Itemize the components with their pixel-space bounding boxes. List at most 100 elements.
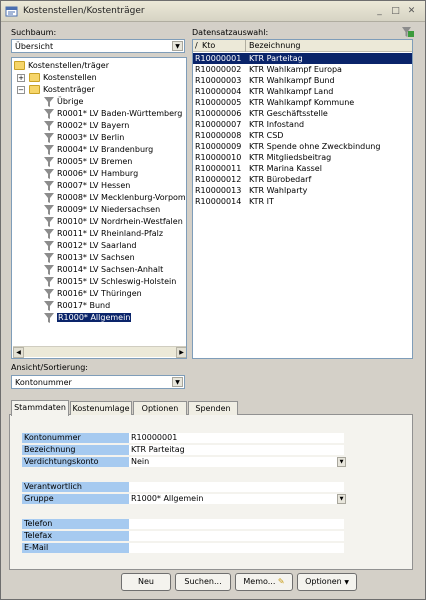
cell-kto: R10000006 [195,109,242,118]
cell-bezeichnung: KTR CSD [249,131,284,140]
cell-bezeichnung: KTR IT [249,197,274,206]
column-header-bezeichnung[interactable]: Bezeichnung [249,41,301,50]
tree-item-label: R1000* Allgemein [57,313,132,322]
filter-icon[interactable] [401,26,414,38]
tree-item-label: R0004* LV Brandenburg [57,145,154,154]
cell-kto: R10000011 [195,164,242,173]
table-row[interactable]: R10000005 KTR Wahlkampf Kommune [193,97,412,108]
funnel-icon [44,157,54,167]
table-row[interactable]: R10000009 KTR Spende ohne Zweckbindung [193,141,412,152]
suchbaum-select[interactable]: Übersicht ▼ [11,39,185,53]
optionen-button[interactable]: Optionen ▼ [297,573,357,591]
funnel-icon [44,301,54,311]
table-row[interactable]: R10000007 KTR Infostand [193,119,412,130]
tree-item-label: R0012* LV Saarland [57,241,137,250]
verantwortlich-label: Verantwortlich [22,482,129,492]
datensatz-listview[interactable]: / Kto Bezeichnung R10000001 KTR Parteita… [192,39,413,359]
window-title: Kostenstellen/Kostenträger [23,6,145,16]
chevron-down-icon[interactable]: ▼ [172,377,183,387]
cell-kto: R10000010 [195,153,242,162]
column-header-kto[interactable]: Kto [202,41,215,50]
chevron-down-icon[interactable]: ▼ [337,457,346,467]
kontonummer-label: Kontonummer [22,433,129,443]
tab-kostenumlage[interactable]: Kostenumlage [70,401,132,415]
table-row[interactable]: R10000006 KTR Geschäftsstelle [193,108,412,119]
gruppe-select[interactable]: R1000* Allgemein ▼ [129,494,346,504]
tree-item-label: R0017* Bund [57,301,111,310]
gruppe-value: R1000* Allgemein [131,494,204,503]
maximize-icon[interactable]: □ [390,6,401,17]
funnel-icon [44,277,54,287]
collapse-minus-icon[interactable]: − [17,86,25,94]
table-row[interactable]: R10000011 KTR Marina Kassel [193,163,412,174]
funnel-icon [44,217,54,227]
tab-stammdaten[interactable]: Stammdaten [11,400,69,416]
cell-kto: R10000007 [195,120,242,129]
pencil-icon: ✎ [277,577,285,586]
memo-button-label: Memo... [243,577,276,586]
sort-icon[interactable]: / [195,41,198,50]
tree-item-label: R0006* LV Hamburg [57,169,139,178]
gruppe-label: Gruppe [22,494,129,504]
tree-panel[interactable]: Kostenstellen/träger + Kostenstellen − K… [11,57,187,359]
table-row[interactable]: R10000002 KTR Wahlkampf Europa [193,64,412,75]
main-window: Kostenstellen/Kostenträger _ □ ✕ Suchbau… [0,0,426,600]
table-row[interactable]: R10000012 KTR Bürobedarf [193,174,412,185]
chevron-down-icon[interactable]: ▼ [337,494,346,504]
cell-bezeichnung: KTR Wahlkampf Europa [249,65,342,74]
verdichtungskonto-label: Verdichtungskonto [22,457,129,467]
tab-spenden[interactable]: Spenden [188,401,238,415]
cell-bezeichnung: KTR Marina Kassel [249,164,322,173]
cell-bezeichnung: KTR Infostand [249,120,305,129]
tab-optionen[interactable]: Optionen [133,401,187,415]
suchen-button[interactable]: Suchen... [175,573,231,591]
tree-horizontal-scrollbar[interactable]: ◀ ▶ [13,346,186,358]
table-row[interactable]: R10000003 KTR Wahlkampf Bund [193,75,412,86]
cell-kto: R10000009 [195,142,242,151]
cell-kto: R10000013 [195,186,242,195]
telefax-input[interactable] [129,531,344,541]
table-row[interactable]: R10000008 KTR CSD [193,130,412,141]
field-email: E-Mail [22,543,406,553]
verdichtungskonto-select[interactable]: Nein ▼ [129,457,346,467]
scroll-left-icon[interactable]: ◀ [13,347,24,358]
funnel-icon [44,265,54,275]
tree-item-label: R0010* LV Nordrhein-Westfalen [57,217,183,226]
cell-bezeichnung: KTR Geschäftsstelle [249,109,328,118]
minimize-icon[interactable]: _ [374,6,385,17]
tree-item-label: R0002* LV Bayern [57,121,130,130]
folder-icon [29,73,40,82]
scroll-right-icon[interactable]: ▶ [176,347,186,358]
telefon-input[interactable] [129,519,344,529]
suchbaum-label: Suchbaum: [11,28,57,37]
chevron-down-icon[interactable]: ▼ [172,41,183,51]
table-row[interactable]: R10000004 KTR Wahlkampf Land [193,86,412,97]
table-row[interactable]: R10000013 KTR Wahlparty [193,185,412,196]
close-icon[interactable]: ✕ [406,6,417,17]
cell-kto: R10000004 [195,87,242,96]
expand-plus-icon[interactable]: + [17,74,25,82]
cell-bezeichnung: KTR Mitgliedsbeitrag [249,153,332,162]
field-verantwortlich: Verantwortlich [22,482,406,492]
tree-item-label: Übrige [57,97,84,106]
verantwortlich-input[interactable] [129,482,344,492]
title-bar[interactable]: Kostenstellen/Kostenträger _ □ ✕ [1,1,425,22]
funnel-icon [44,121,54,131]
tree-item-label: R0014* LV Sachsen-Anhalt [57,265,164,274]
cell-kto: R10000014 [195,197,242,206]
optionen-button-label: Optionen [305,577,342,586]
funnel-icon [44,241,54,251]
email-input[interactable] [129,543,344,553]
funnel-icon [44,253,54,263]
sortierung-select[interactable]: Kontonummer ▼ [11,375,185,389]
detail-tabs: Kontonummer R10000001 Bezeichnung KTR Pa… [9,400,413,571]
bezeichnung-input[interactable]: KTR Parteitag [129,445,344,455]
tree-item-label: R0008* LV Mecklenburg-Vorpommer [57,193,186,202]
table-row[interactable]: R10000010 KTR Mitgliedsbeitrag [193,152,412,163]
neu-button[interactable]: Neu [121,573,171,591]
table-row[interactable]: R10000014 KTR IT [193,196,412,207]
memo-button[interactable]: Memo... ✎ [235,573,293,591]
field-bezeichnung: Bezeichnung KTR Parteitag [22,445,406,455]
kontonummer-input[interactable]: R10000001 [129,433,344,443]
table-row-selected[interactable]: R10000001 KTR Parteitag [193,53,412,64]
